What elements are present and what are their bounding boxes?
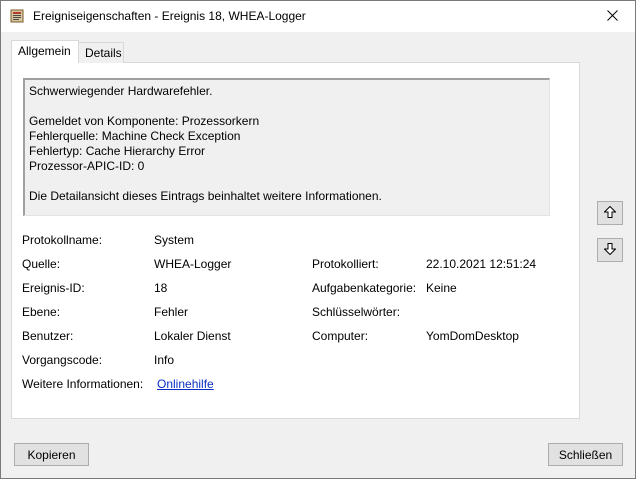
event-properties-icon (10, 9, 24, 23)
copy-button[interactable]: Kopieren (14, 443, 89, 466)
logged-value: 22.10.2021 12:51:24 (426, 257, 537, 271)
description-line: Gemeldet von Komponente: Prozessorkern (29, 114, 260, 128)
previous-event-button[interactable] (597, 201, 623, 225)
tab-details[interactable]: Details (78, 42, 124, 63)
description-line: Fehlerquelle: Machine Check Exception (29, 129, 241, 143)
opcode-label: Vorgangscode: (22, 353, 103, 367)
description-blank-line (29, 99, 545, 114)
description-line: Fehlertyp: Cache Hierarchy Error (29, 144, 206, 158)
user-value: Lokaler Dienst (154, 329, 231, 343)
close-icon (606, 9, 618, 24)
arrow-down-icon (603, 242, 617, 258)
event-id-value: 18 (154, 281, 168, 295)
computer-label: Computer: (312, 329, 369, 343)
arrow-up-icon (603, 205, 617, 221)
close-button[interactable]: Schließen (548, 443, 623, 466)
description-line: Prozessor-APIC-ID: 0 (29, 159, 145, 173)
next-event-button[interactable] (597, 238, 623, 262)
computer-value: YomDomDesktop (426, 329, 519, 343)
keywords-label: Schlüsselwörter: (312, 305, 401, 319)
event-id-label: Ereignis-ID: (22, 281, 85, 295)
task-category-value: Keine (426, 281, 457, 295)
description-line: Schwerwiegender Hardwarefehler. (29, 84, 213, 98)
event-description-box[interactable]: Schwerwiegender Hardwarefehler. Gemeldet… (23, 78, 550, 216)
tab-general[interactable]: Allgemein (11, 40, 79, 63)
event-properties-window: Ereigniseigenschaften - Ereignis 18, WHE… (0, 0, 636, 479)
level-label: Ebene: (22, 305, 61, 319)
window-title: Ereigniseigenschaften - Ereignis 18, WHE… (33, 9, 306, 23)
opcode-value: Info (154, 353, 175, 367)
user-label: Benutzer: (22, 329, 74, 343)
more-info-label: Weitere Informationen: (22, 377, 144, 391)
logged-label: Protokolliert: (312, 257, 379, 271)
level-value: Fehler (154, 305, 189, 319)
window-close-button[interactable] (589, 1, 635, 32)
log-name-label: Protokollname: (22, 233, 103, 247)
log-name-value: System (154, 233, 195, 247)
source-label: Quelle: (22, 257, 61, 271)
description-line: Die Detailansicht dieses Eintrags beinha… (29, 189, 382, 203)
title-bar: Ereigniseigenschaften - Ereignis 18, WHE… (1, 1, 635, 32)
online-help-link[interactable]: Onlinehilfe (157, 377, 214, 391)
description-blank-line (29, 174, 545, 189)
task-category-label: Aufgabenkategorie: (312, 281, 417, 295)
source-value: WHEA-Logger (154, 257, 232, 271)
